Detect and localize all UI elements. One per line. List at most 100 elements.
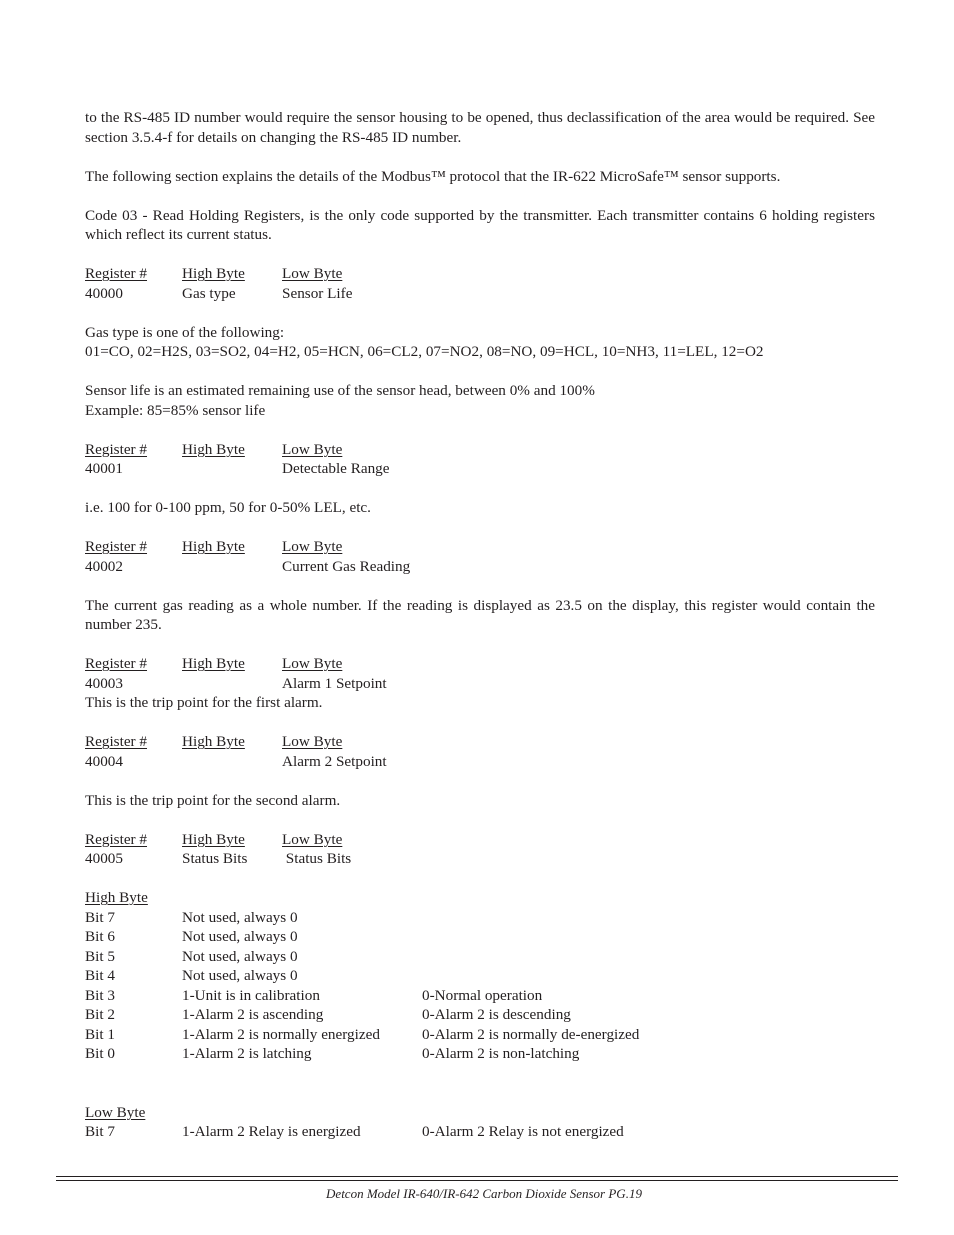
high-byte-bits: High Byte Bit 7 Not used, always 0 Bit 6 No… xyxy=(85,888,875,1064)
page-footer: Detcon Model IR-640/IR-642 Carbon Dioxid… xyxy=(0,1186,954,1202)
intro-paragraph-3: Code 03 - Read Holding Registers, is the… xyxy=(85,206,875,244)
register-row: 40004 Alarm 2 Setpoint xyxy=(85,752,875,772)
bit-label: Bit 6 xyxy=(85,928,115,945)
alarm1-note: This is the trip point for the first ala… xyxy=(85,694,323,711)
register-high-byte xyxy=(182,557,282,577)
register-block-40004: Register # High Byte Low Byte 40004 Alar… xyxy=(85,732,875,771)
gas-type-list: 01=CO, 02=H2S, 03=SO2, 04=H2, 05=HCN, 06… xyxy=(85,343,764,360)
register-header-row: Register # High Byte Low Byte xyxy=(85,537,875,557)
bit-set-meaning: 1-Unit is in calibration xyxy=(182,986,320,1004)
low-byte-bits: Low Byte Bit 7 1-Alarm 2 Relay is energiz… xyxy=(85,1103,875,1142)
register-block-40005: Register # High Byte Low Byte 40005 Stat… xyxy=(85,830,875,869)
bit-label: Bit 3 xyxy=(85,986,115,1004)
register-low-byte: Detectable Range xyxy=(282,460,390,477)
register-high-byte xyxy=(182,459,282,479)
register-row: 40000 Gas type Sensor Life xyxy=(85,284,875,304)
gas-type-heading: Gas type is one of the following: xyxy=(85,323,285,341)
bit-label: Bit 1 xyxy=(85,1025,115,1043)
register-number: 40000 xyxy=(85,284,123,302)
register-row: 40002 Current Gas Reading xyxy=(85,557,875,577)
low-byte-bits-heading: Low Byte xyxy=(85,1103,146,1121)
bit-label: Bit 5 xyxy=(85,947,115,965)
register-row: 40001 Detectable Range xyxy=(85,459,875,479)
bit-set-meaning: 1-Alarm 2 is normally energized xyxy=(182,1025,380,1043)
high-byte-bits-heading: High Byte xyxy=(85,889,148,906)
register-low-byte: Alarm 1 Setpoint xyxy=(282,674,387,692)
register-header: Register # xyxy=(85,538,148,555)
bit-row: Bit 1 1-Alarm 2 is normally energized 0-Al… xyxy=(85,1025,875,1045)
high-byte-header: High Byte xyxy=(182,655,245,672)
register-row: 40003 Alarm 1 Setpoint xyxy=(85,674,875,694)
register-low-byte: Sensor Life xyxy=(282,284,353,302)
register-header-row: Register # High Byte Low Byte xyxy=(85,830,875,850)
low-byte-header: Low Byte xyxy=(282,440,343,458)
register-block-40001: Register # High Byte Low Byte 40001 Dete… xyxy=(85,440,875,479)
register-number: 40004 xyxy=(85,752,123,770)
register-header-row: Register # High Byte Low Byte xyxy=(85,732,875,752)
low-byte-header: Low Byte xyxy=(282,733,343,750)
intro-paragraph-1: to the RS-485 ID number would require th… xyxy=(85,109,875,146)
register-row: 40005 Status Bits Status Bits xyxy=(85,849,875,869)
register-header: Register # xyxy=(85,655,148,672)
register-low-byte: Current Gas Reading xyxy=(282,557,411,575)
footer-text: Detcon Model IR-640/IR-642 Carbon Dioxid… xyxy=(326,1186,642,1201)
bit-clear-meaning: 0-Alarm 2 Relay is not energized xyxy=(422,1123,624,1140)
bit-set-meaning: 1-Alarm 2 is latching xyxy=(182,1045,312,1062)
footer-rule-bottom xyxy=(56,1180,898,1181)
high-byte-header: High Byte xyxy=(182,440,245,458)
register-high-byte xyxy=(182,752,282,772)
bit-set-meaning: Not used, always 0 xyxy=(182,928,298,945)
sensor-life-note: Sensor life is an estimated remaining us… xyxy=(85,382,595,399)
register-high-byte: Gas type xyxy=(182,284,236,302)
low-byte-header: Low Byte xyxy=(282,538,343,555)
bit-set-meaning: Not used, always 0 xyxy=(182,967,298,984)
register-number: 40005 xyxy=(85,850,123,867)
register-number: 40002 xyxy=(85,557,123,575)
sensor-life-example: Example: 85=85% sensor life xyxy=(85,401,266,419)
high-byte-header: High Byte xyxy=(182,733,245,750)
register-block-40003: Register # High Byte Low Byte 40003 Alar… xyxy=(85,654,875,693)
bit-clear-meaning: 0-Alarm 2 is normally de-energized xyxy=(422,1025,640,1043)
low-byte-header: Low Byte xyxy=(282,655,343,672)
register-block-40000: Register # High Byte Low Byte 40000 Gas … xyxy=(85,264,875,303)
high-byte-header: High Byte xyxy=(182,265,245,282)
bit-row: Bit 6 Not used, always 0 xyxy=(85,927,875,947)
high-byte-header: High Byte xyxy=(182,538,245,555)
bit-row: Bit 7 Not used, always 0 xyxy=(85,908,875,928)
bit-label: Bit 4 xyxy=(85,967,115,984)
low-byte-header: Low Byte xyxy=(282,265,343,282)
bit-label: Bit 7 xyxy=(85,1123,115,1140)
bit-set-meaning: Not used, always 0 xyxy=(182,947,298,965)
intro-paragraph-2: The following section explains the detai… xyxy=(85,167,781,185)
register-block-40002: Register # High Byte Low Byte 40002 Curr… xyxy=(85,537,875,576)
bit-clear-meaning: 0-Normal operation xyxy=(422,986,543,1004)
range-example: i.e. 100 for 0-100 ppm, 50 for 0-50% LEL… xyxy=(85,499,371,516)
bit-label: Bit 2 xyxy=(85,1006,115,1023)
register-number: 40003 xyxy=(85,674,123,692)
bit-set-meaning: Not used, always 0 xyxy=(182,908,298,926)
alarm2-note: This is the trip point for the second al… xyxy=(85,791,341,809)
register-header-row: Register # High Byte Low Byte xyxy=(85,654,875,674)
bit-row: Bit 5 Not used, always 0 xyxy=(85,947,875,967)
gas-reading-note: The current gas reading as a whole numbe… xyxy=(85,596,875,634)
low-byte-header: Low Byte xyxy=(282,830,343,848)
bit-row: Bit 2 1-Alarm 2 is ascending 0-Alarm 2 is … xyxy=(85,1005,875,1025)
register-header-row: Register # High Byte Low Byte xyxy=(85,264,875,284)
register-header: Register # xyxy=(85,733,148,750)
bit-clear-meaning: 0-Alarm 2 is descending xyxy=(422,1006,571,1023)
register-header: Register # xyxy=(85,830,148,848)
register-high-byte xyxy=(182,674,282,694)
bit-row: Bit 3 1-Unit is in calibration 0-Normal op… xyxy=(85,986,875,1006)
bit-label: Bit 0 xyxy=(85,1045,115,1062)
register-header-row: Register # High Byte Low Byte xyxy=(85,440,875,460)
high-byte-header: High Byte xyxy=(182,830,245,848)
register-low-byte: Status Bits xyxy=(282,850,352,867)
footer-rule-top xyxy=(56,1176,898,1177)
bit-label: Bit 7 xyxy=(85,908,115,926)
bit-set-meaning: 1-Alarm 2 Relay is energized xyxy=(182,1123,361,1140)
page-body: to the RS-485 ID number would require th… xyxy=(85,108,875,1142)
register-low-byte: Alarm 2 Setpoint xyxy=(282,752,387,770)
bit-clear-meaning: 0-Alarm 2 is non-latching xyxy=(422,1045,580,1062)
bit-row: Bit 7 1-Alarm 2 Relay is energized 0-Alarm… xyxy=(85,1122,875,1142)
register-high-byte: Status Bits xyxy=(182,850,248,867)
